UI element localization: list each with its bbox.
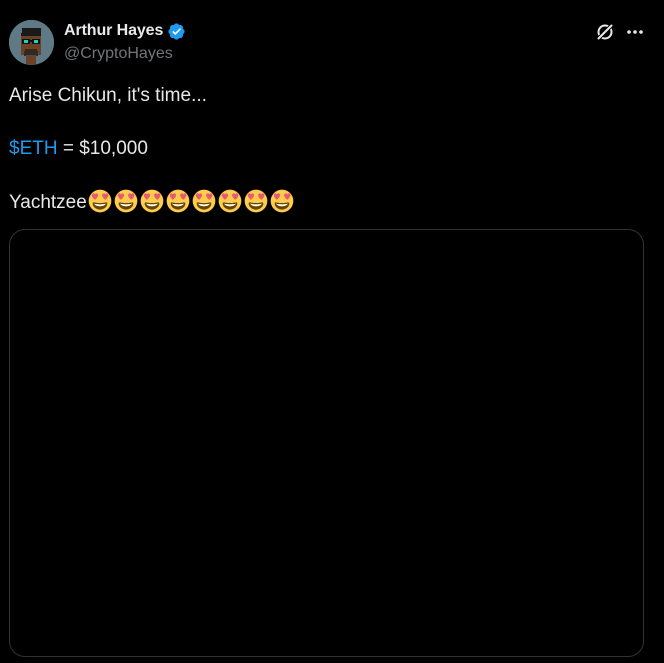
heart-eyes-emoji-icon: [140, 189, 164, 213]
cashtag-link[interactable]: $ETH: [9, 138, 58, 159]
heart-eyes-emoji-icon: [88, 189, 112, 213]
grok-icon[interactable]: [595, 22, 615, 42]
tweet-text-line-3: Yachtzee: [9, 189, 296, 215]
emoji-row: [88, 189, 296, 213]
media-container[interactable]: [9, 229, 644, 657]
more-options-icon[interactable]: [625, 22, 645, 42]
heart-eyes-emoji-icon: [114, 189, 138, 213]
price-text: = $10,000: [57, 138, 148, 159]
tweet-text-line-2: $ETH = $10,000: [9, 137, 148, 161]
author-handle[interactable]: @CryptoHayes: [64, 45, 173, 63]
avatar-image: [9, 20, 54, 65]
verified-badge-icon: [167, 22, 186, 41]
heart-eyes-emoji-icon: [192, 189, 216, 213]
tweet-text-line-1: Arise Chikun, it's time...: [9, 85, 207, 106]
heart-eyes-emoji-icon: [244, 189, 268, 213]
author-name-row[interactable]: Arthur Hayes: [64, 21, 186, 41]
heart-eyes-emoji-icon: [166, 189, 190, 213]
display-name[interactable]: Arthur Hayes: [64, 22, 163, 40]
yachtzee-text: Yachtzee: [9, 192, 87, 214]
avatar[interactable]: [9, 20, 54, 65]
heart-eyes-emoji-icon: [270, 189, 294, 213]
tweet: Arthur Hayes @CryptoHayes Arise Chikun, …: [0, 0, 664, 663]
heart-eyes-emoji-icon: [218, 189, 242, 213]
